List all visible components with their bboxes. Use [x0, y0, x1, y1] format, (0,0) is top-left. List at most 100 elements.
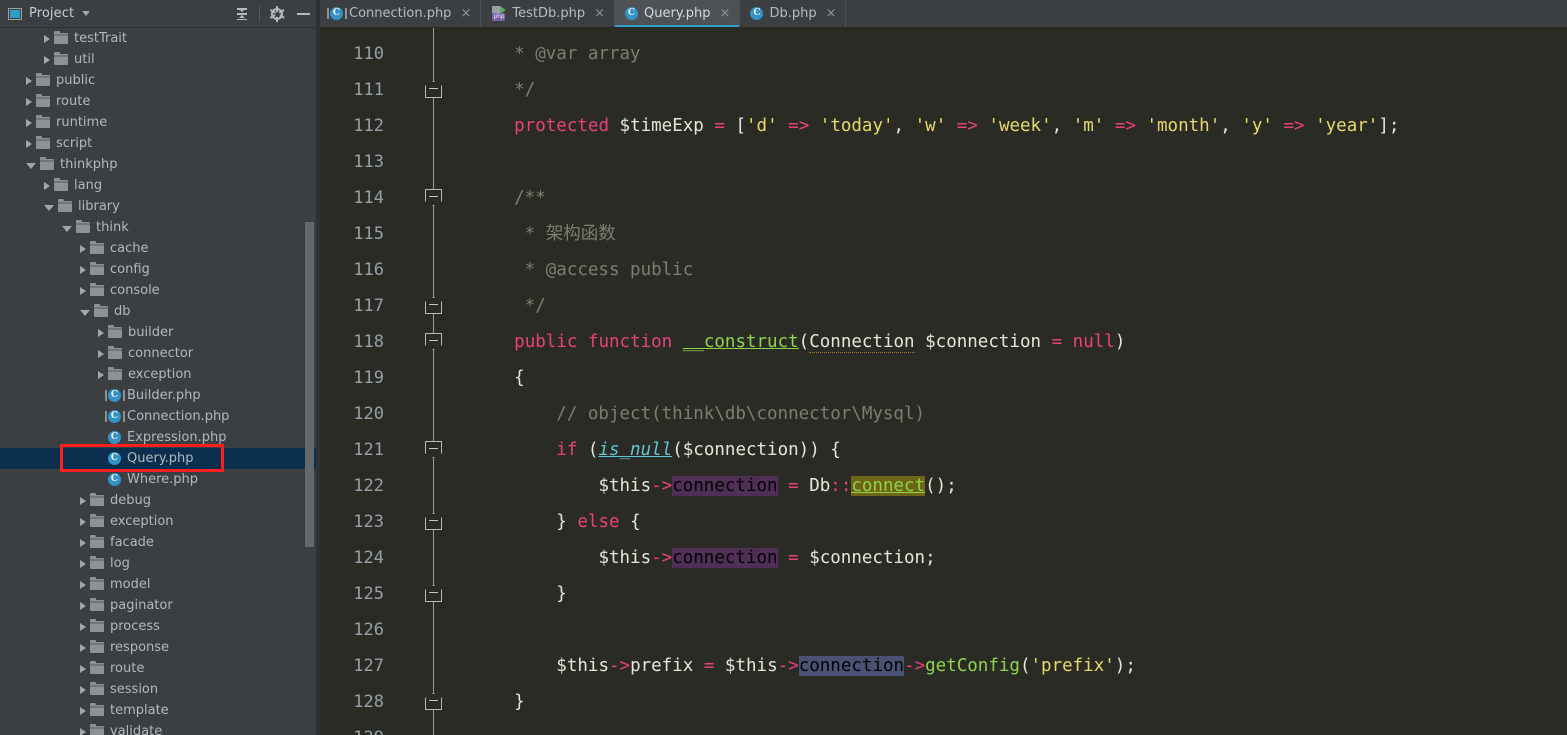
chevron-right-icon[interactable] [80, 496, 86, 505]
code-line[interactable]: 111 */ [320, 72, 1567, 108]
tree-file-query-php[interactable]: C Query.php [0, 448, 320, 469]
tree-folder-db[interactable]: db [0, 301, 320, 322]
code-line[interactable]: 126 [320, 612, 1567, 648]
chevron-right-icon[interactable] [98, 349, 104, 358]
chevron-right-icon[interactable] [44, 55, 50, 64]
close-icon[interactable]: × [720, 7, 731, 20]
chevron-down-icon[interactable] [62, 225, 72, 232]
chevron-down-icon[interactable] [82, 11, 91, 16]
code-line[interactable]: 112 protected $timeExp = ['d' => 'today'… [320, 108, 1567, 144]
chevron-right-icon[interactable] [26, 97, 32, 106]
project-tree[interactable]: testTrait util public route runtime script thi… [0, 28, 320, 735]
chevron-right-icon[interactable] [44, 181, 50, 190]
tree-folder-validate[interactable]: validate [0, 721, 320, 735]
code-line[interactable]: 110 * @var array [320, 36, 1567, 72]
tree-folder-script[interactable]: script [0, 133, 320, 154]
chevron-right-icon[interactable] [80, 580, 86, 589]
chevron-right-icon[interactable] [80, 664, 86, 673]
chevron-right-icon[interactable] [80, 244, 86, 253]
chevron-right-icon[interactable] [26, 118, 32, 127]
tree-folder-connector[interactable]: connector [0, 343, 320, 364]
tree-folder-builder[interactable]: builder [0, 322, 320, 343]
editor-tab-connection-php[interactable]: C Connection.php × [320, 0, 482, 27]
code-line[interactable]: 129 [320, 720, 1567, 735]
tree-folder-log[interactable]: log [0, 553, 320, 574]
tree-folder-exception[interactable]: exception [0, 364, 320, 385]
tree-folder-facade[interactable]: facade [0, 532, 320, 553]
editor-tab-query-php[interactable]: C Query.php × [615, 0, 741, 27]
chevron-right-icon[interactable] [98, 370, 104, 379]
code-line[interactable]: 118 public function __construct(Connecti… [320, 324, 1567, 360]
tree-file-connection-php[interactable]: C Connection.php [0, 406, 320, 427]
code-line[interactable]: 122 $this->connection = Db::connect(); [320, 468, 1567, 504]
code-line[interactable]: 127 $this->prefix = $this->connection->g… [320, 648, 1567, 684]
close-icon[interactable]: × [826, 7, 837, 20]
chevron-down-icon[interactable] [80, 309, 90, 316]
chevron-right-icon[interactable] [80, 727, 86, 735]
code-line[interactable]: 121 if (is_null($connection)) { [320, 432, 1567, 468]
code-line[interactable]: 113 [320, 144, 1567, 180]
tree-folder-config[interactable]: config [0, 259, 320, 280]
tree-folder-public[interactable]: public [0, 70, 320, 91]
sidebar-scrollbar-track[interactable] [305, 28, 314, 735]
editor-tab-testdb-php[interactable]: php TestDb.php × [481, 0, 615, 27]
code-line[interactable]: 128 } [320, 684, 1567, 720]
code-line[interactable]: 123 } else { [320, 504, 1567, 540]
code-line[interactable]: 116 * @access public [320, 252, 1567, 288]
collapse-all-button[interactable] [229, 1, 255, 27]
code-line[interactable]: 115 * 架构函数 [320, 216, 1567, 252]
tree-folder-route[interactable]: route [0, 658, 320, 679]
tree-folder-runtime[interactable]: runtime [0, 112, 320, 133]
tree-folder-cache[interactable]: cache [0, 238, 320, 259]
settings-button[interactable] [264, 1, 290, 27]
code-line[interactable]: 114 /** [320, 180, 1567, 216]
chevron-right-icon[interactable] [80, 265, 86, 274]
tree-file-where-php[interactable]: C Where.php [0, 469, 320, 490]
tree-folder-template[interactable]: template [0, 700, 320, 721]
chevron-right-icon[interactable] [80, 601, 86, 610]
chevron-right-icon[interactable] [80, 286, 86, 295]
tree-folder-debug[interactable]: debug [0, 490, 320, 511]
chevron-right-icon[interactable] [80, 643, 86, 652]
tree-folder-library[interactable]: library [0, 196, 320, 217]
code-line[interactable]: 125 } [320, 576, 1567, 612]
tree-folder-think[interactable]: think [0, 217, 320, 238]
tree-folder-testtrait[interactable]: testTrait [0, 28, 320, 49]
tree-folder-model[interactable]: model [0, 574, 320, 595]
tree-folder-console[interactable]: console [0, 280, 320, 301]
tree-folder-paginator[interactable]: paginator [0, 595, 320, 616]
chevron-right-icon[interactable] [98, 328, 104, 337]
chevron-down-icon[interactable] [44, 204, 54, 211]
chevron-right-icon[interactable] [80, 622, 86, 631]
minimize-button[interactable] [290, 1, 316, 27]
editor-tab-db-php[interactable]: C Db.php × [740, 0, 847, 27]
code-line[interactable]: 117 */ [320, 288, 1567, 324]
chevron-right-icon[interactable] [80, 685, 86, 694]
tree-folder-exception[interactable]: exception [0, 511, 320, 532]
tree-folder-session[interactable]: session [0, 679, 320, 700]
chevron-right-icon[interactable] [44, 34, 50, 43]
tree-folder-util[interactable]: util [0, 49, 320, 70]
chevron-right-icon[interactable] [26, 139, 32, 148]
sidebar-scrollbar-thumb[interactable] [305, 222, 314, 547]
chevron-right-icon[interactable] [80, 517, 86, 526]
chevron-right-icon[interactable] [26, 76, 32, 85]
tree-folder-lang[interactable]: lang [0, 175, 320, 196]
close-icon[interactable]: × [594, 7, 605, 20]
chevron-down-icon[interactable] [26, 162, 36, 169]
tree-folder-thinkphp[interactable]: thinkphp [0, 154, 320, 175]
chevron-right-icon[interactable] [80, 559, 86, 568]
tree-folder-process[interactable]: process [0, 616, 320, 637]
close-icon[interactable]: × [460, 7, 471, 20]
code-line[interactable]: 119 { [320, 360, 1567, 396]
chevron-right-icon[interactable] [80, 706, 86, 715]
tree-folder-response[interactable]: response [0, 637, 320, 658]
tree-item-label: validate [110, 724, 163, 735]
code-line[interactable]: 124 $this->connection = $connection; [320, 540, 1567, 576]
tree-file-expression-php[interactable]: C Expression.php [0, 427, 320, 448]
code-line[interactable]: 120 // object(think\db\connector\Mysql) [320, 396, 1567, 432]
tree-folder-route[interactable]: route [0, 91, 320, 112]
chevron-right-icon[interactable] [80, 538, 86, 547]
code-editor[interactable]: 110 * @var array 111 */112 protected $tim… [320, 28, 1567, 735]
tree-file-builder-php[interactable]: C Builder.php [0, 385, 320, 406]
